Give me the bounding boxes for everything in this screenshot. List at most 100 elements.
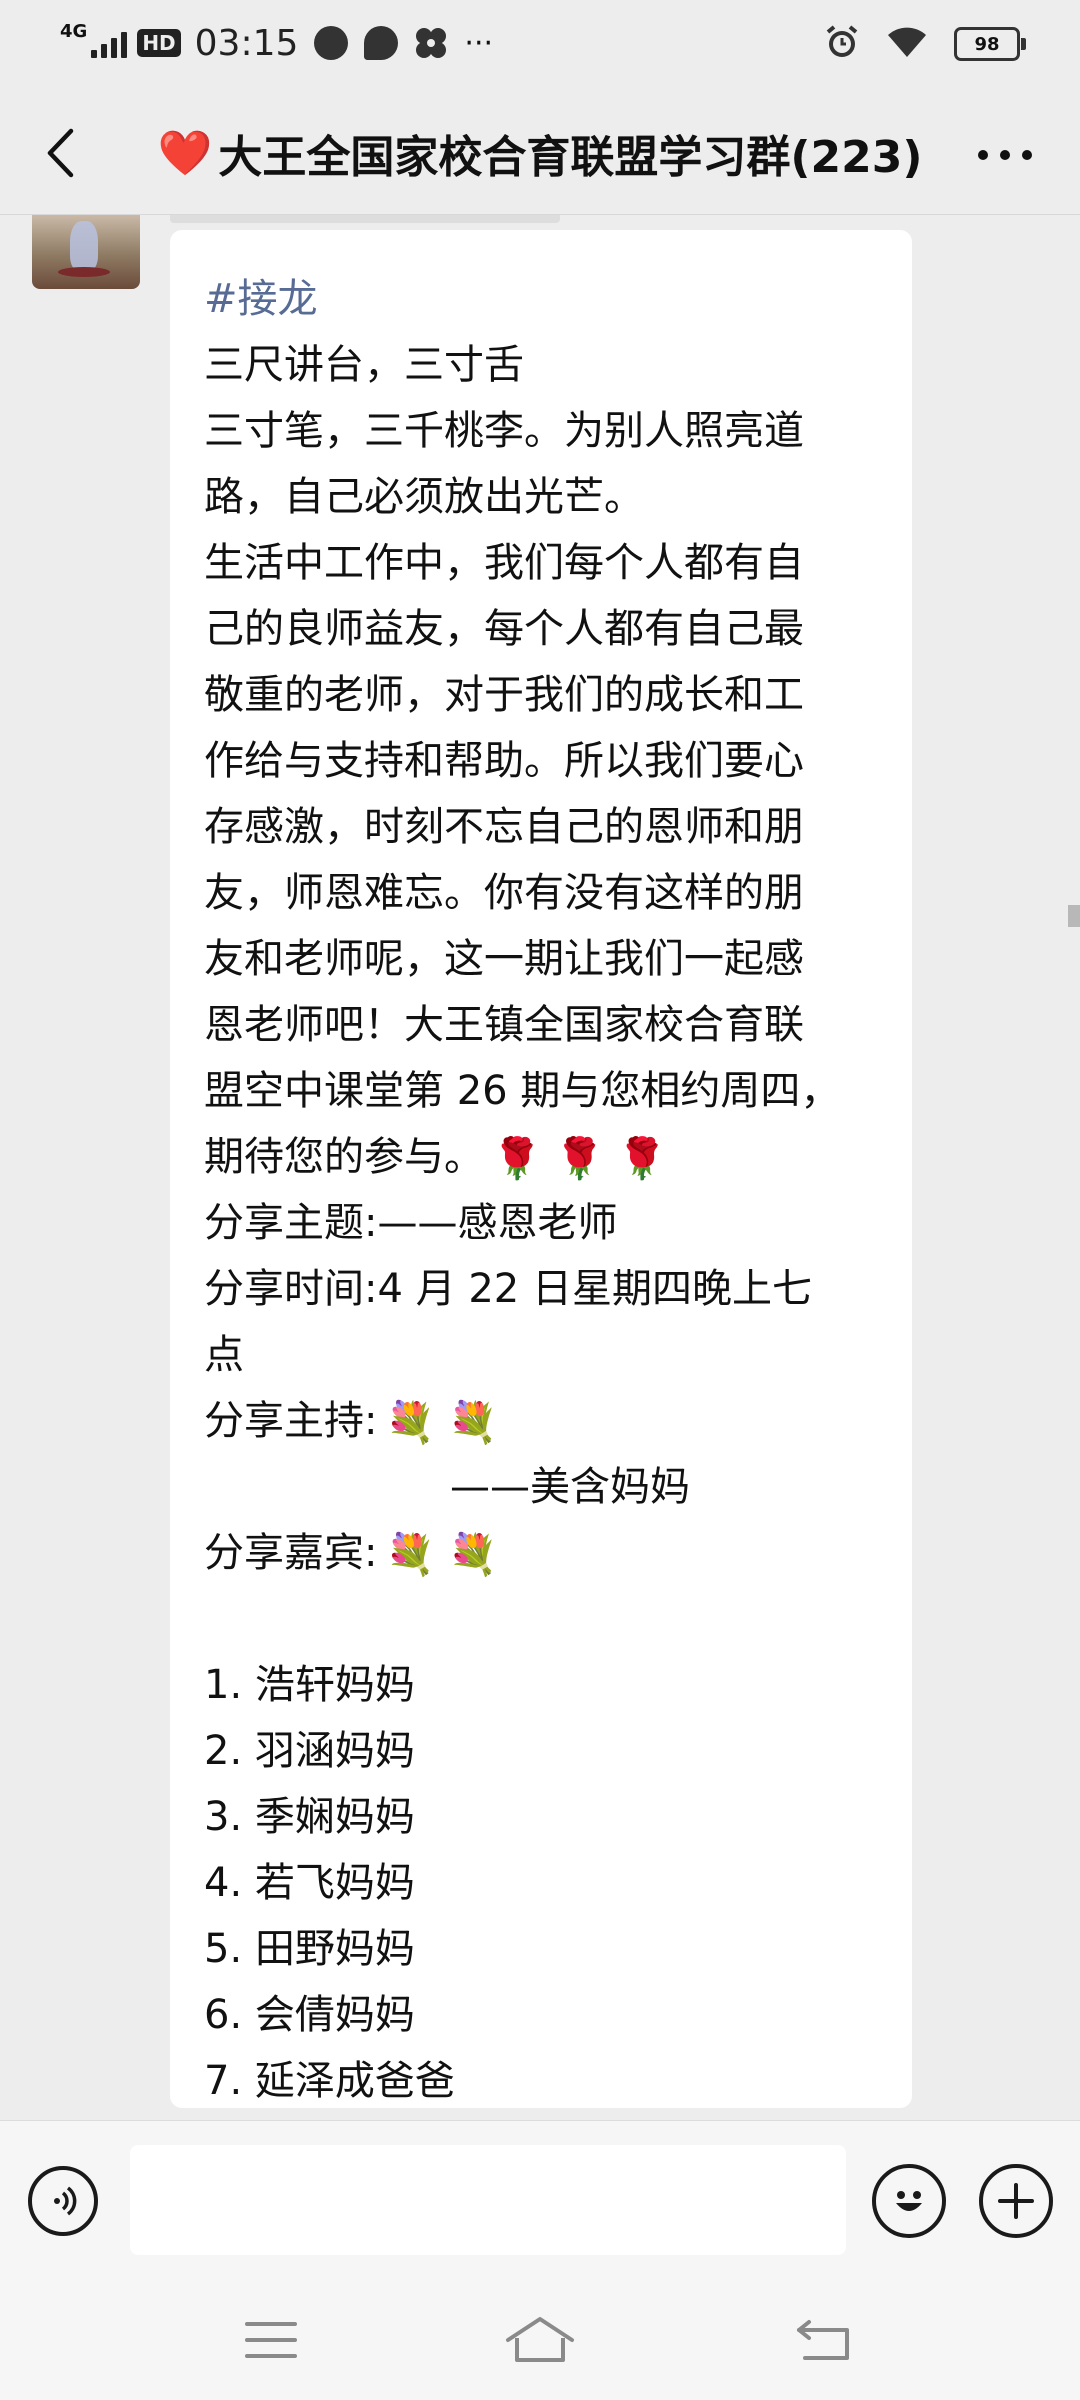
back-icon [797,2320,849,2360]
battery-icon: 98 [954,27,1026,61]
chat-bubble-icon [364,26,399,60]
message-line: 己的良师益友，每个人都有自己最 [204,596,886,662]
sender-name-fragment [170,215,560,223]
alarm-icon [824,24,860,64]
avatar-vase [70,221,98,271]
input-bar [0,2120,1080,2281]
hashtag-link[interactable]: #接龙 [204,266,886,332]
back-button[interactable] [30,118,90,188]
message-line: 恩老师吧！大王镇全国家校合育联 [204,992,886,1058]
message-line: 分享时间:4 月 22 日星期四晚上七 [204,1256,886,1322]
bouquet-emoji-icon: 💐 💐 [385,1400,498,1446]
message-text: ——美含妈妈 [450,1464,690,1510]
more-horizontal-icon [978,150,1032,160]
message-text: 分享主题:——感恩老师 [204,1200,618,1246]
message-line: 作给与支持和帮助。所以我们要心 [204,728,886,794]
message-text: 作给与支持和帮助。所以我们要心 [204,738,804,784]
message-line: ——美含妈妈 [204,1454,886,1520]
avatar[interactable] [32,215,140,289]
message-line: 分享主题:——感恩老师 [204,1190,886,1256]
message-text: #接龙 [204,276,318,322]
message-line: 友，师恩难忘。你有没有这样的朋 [204,860,886,926]
message-text: 三尺讲台，三寸舌 [204,342,524,388]
message-line: 7. 延泽成爸爸 [204,2048,886,2114]
system-back-button[interactable] [788,2310,858,2370]
message-line: 分享嘉宾: 💐 💐 [204,1520,886,1586]
message-line: 存感激，时刻不忘自己的恩师和朋 [204,794,886,860]
message-line: 三寸笔，三千桃李。为别人照亮道 [204,398,886,464]
message-text: 3. 季娴妈妈 [204,1794,415,1840]
message-text: 6. 会倩妈妈 [204,1992,415,2038]
message-line: 4. 若飞妈妈 [204,1850,886,1916]
message-line [204,1586,886,1652]
message-text: 路，自己必须放出光芒。 [204,474,644,520]
menu-button[interactable] [236,2310,306,2370]
rose-emoji-icon: 🌹 🌹 🌹 [492,1136,667,1182]
message-line: 点 [204,1322,886,1388]
message-text: 盟空中课堂第 26 期与您相约周四， [204,1068,841,1114]
pinwheel-icon [414,26,448,60]
message-line: 盟空中课堂第 26 期与您相约周四， [204,1058,886,1124]
message-text: 友和老师呢，这一期让我们一起感 [204,936,804,982]
chevron-left-icon [47,128,74,178]
message-text: 友，师恩难忘。你有没有这样的朋 [204,870,804,916]
status-bar: 4G HD 03:15 ··· 98 [0,0,1080,90]
battery-level: 98 [974,33,1000,55]
message-text: 点 [204,1332,244,1378]
status-left: 4G HD 03:15 ··· [60,18,493,68]
message-line: 路，自己必须放出光芒。 [204,464,886,530]
message-line: 友和老师呢，这一期让我们一起感 [204,926,886,992]
message-text: 恩老师吧！大王镇全国家校合育联 [204,1002,804,1048]
message-text: 己的良师益友，每个人都有自己最 [204,606,804,652]
message-text: 分享时间:4 月 22 日星期四晚上七 [204,1266,812,1312]
message-text: 5. 田野妈妈 [204,1926,415,1972]
message-line: 生活中工作中，我们每个人都有自 [204,530,886,596]
message-text: 敬重的老师，对于我们的成长和工 [204,672,804,718]
message-text: 存感激，时刻不忘自己的恩师和朋 [204,804,804,850]
system-nav-bar [0,2280,1080,2400]
chat-title: ❤️ 大王全国家校合育联盟学习群(223) [140,90,940,215]
message-line: 3. 季娴妈妈 [204,1784,886,1850]
message-text: 1. 浩轩妈妈 [204,1662,415,1708]
voice-input-button[interactable] [28,2166,98,2236]
network-type: 4G [60,20,88,42]
message-input[interactable] [130,2145,846,2255]
message-line: 敬重的老师，对于我们的成长和工 [204,662,886,728]
message-text: 2. 羽涵妈妈 [204,1728,415,1774]
message-text: 分享主持: [204,1398,378,1444]
message-text: 4. 若飞妈妈 [204,1860,415,1906]
scrollbar-handle[interactable] [1068,905,1080,927]
more-options-button[interactable] [970,130,1040,180]
message-text: 三寸笔，三千桃李。为别人照亮道 [204,408,804,454]
message-line: 6. 会倩妈妈 [204,1982,886,2048]
message-line: 期待您的参与。 🌹 🌹 🌹 [204,1124,886,1190]
menu-icon [245,2322,297,2358]
chat-header: ❤️ 大王全国家校合育联盟学习群(223) [0,90,1080,215]
message-text: 期待您的参与。 [204,1134,484,1180]
message-text: 7. 延泽成爸爸 [204,2058,455,2104]
chat-message-list[interactable]: #接龙三尺讲台，三寸舌三寸笔，三千桃李。为别人照亮道 路，自己必须放出光芒。生活中… [0,215,1080,2120]
home-button[interactable] [505,2310,575,2370]
hd-badge: HD [137,29,181,57]
heart-icon: ❤️ [157,127,213,179]
message-text: 生活中工作中，我们每个人都有自 [204,540,804,586]
message-line: 三尺讲台，三寸舌 [204,332,886,398]
status-time: 03:15 [194,22,299,64]
message-text: 分享嘉宾: [204,1530,378,1576]
signal-icon [91,28,128,58]
home-icon [506,2317,574,2362]
more-actions-button[interactable] [979,2164,1053,2238]
message-line: 1. 浩轩妈妈 [204,1652,886,1718]
bouquet-emoji-icon: 💐 💐 [385,1532,498,1578]
status-right: 98 [824,22,1026,66]
message-line: 5. 田野妈妈 [204,1916,886,1982]
emoji-button[interactable] [872,2164,946,2238]
smiley-icon [896,2191,922,2211]
compass-icon [314,26,349,60]
voice-icon [54,2186,77,2216]
message-line: 2. 羽涵妈妈 [204,1718,886,1784]
message-bubble[interactable]: #接龙三尺讲台，三寸舌三寸笔，三千桃李。为别人照亮道 路，自己必须放出光芒。生活中… [170,230,912,2108]
group-name: 大王全国家校合育联盟学习群(223) [218,131,923,183]
avatar-base [58,267,110,277]
wifi-icon [886,25,928,63]
